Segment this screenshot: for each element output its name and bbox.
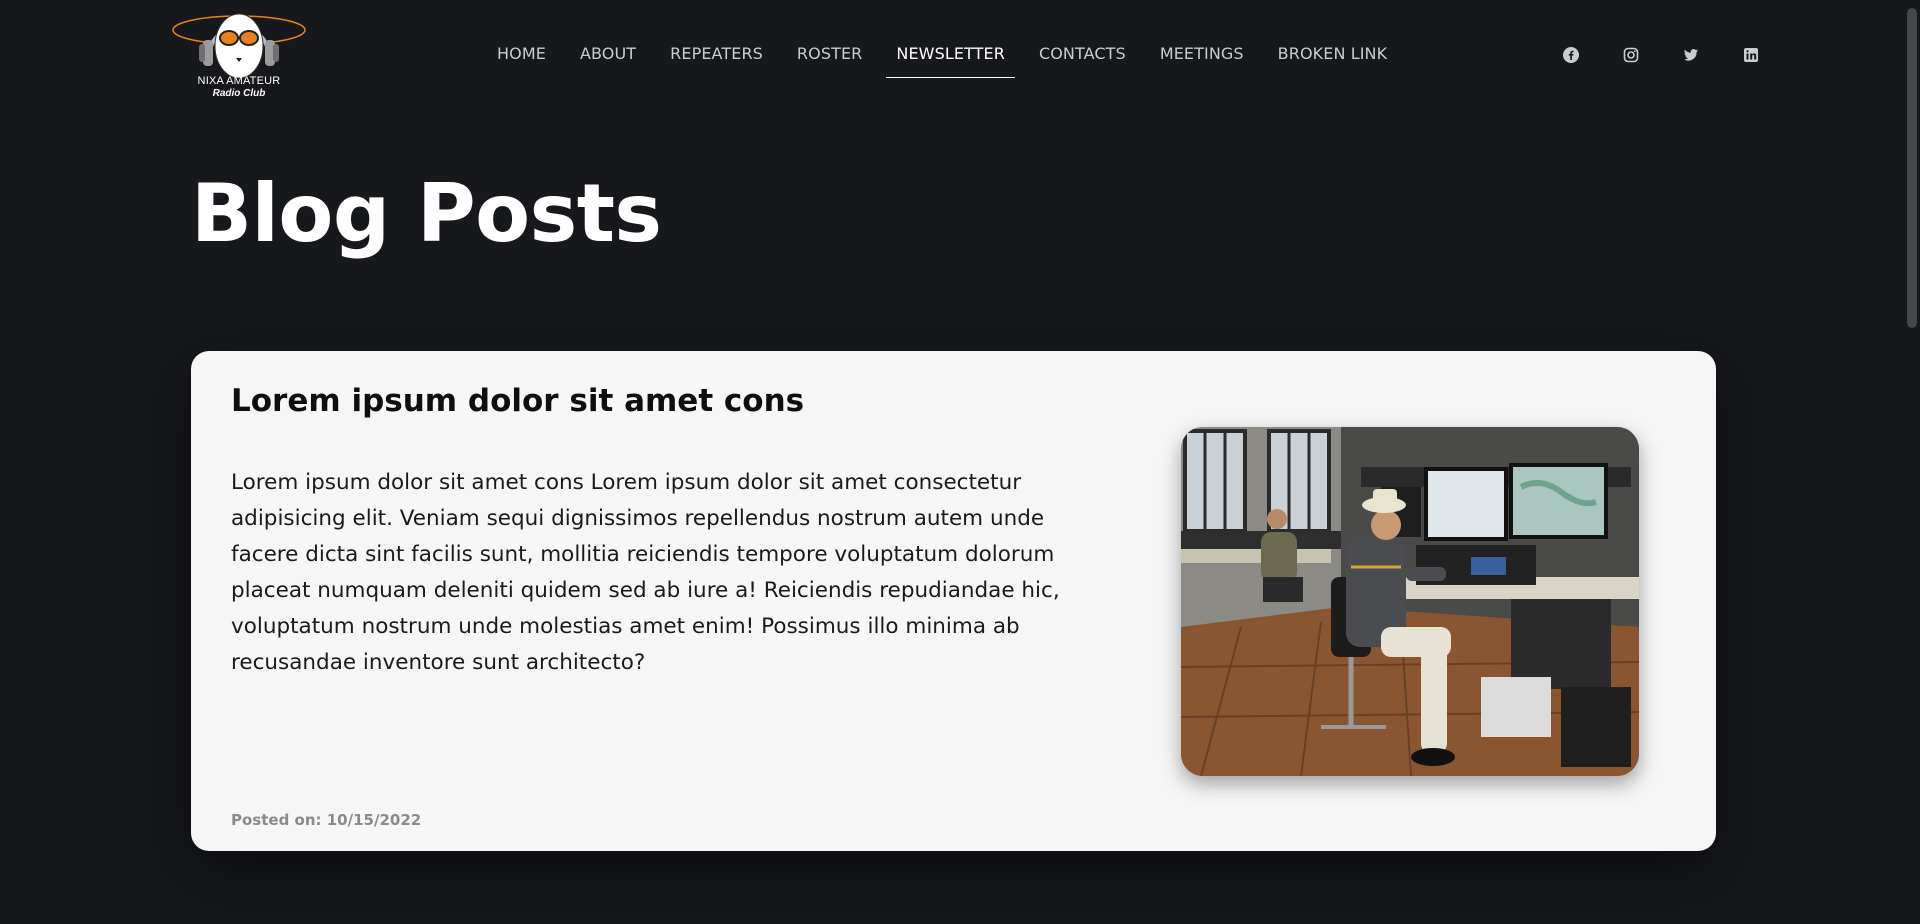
- post-date: Posted on: 10/15/2022: [231, 811, 422, 829]
- facebook-icon[interactable]: [1563, 47, 1579, 63]
- nav-item-roster[interactable]: ROSTER: [787, 36, 872, 78]
- logo-headphone-face-icon: [172, 13, 306, 79]
- post-title[interactable]: Lorem ipsum dolor sit amet cons: [231, 381, 804, 421]
- blog-post-card[interactable]: Lorem ipsum dolor sit amet cons Lorem ip…: [191, 351, 1716, 851]
- page-title: Blog Posts: [191, 167, 662, 260]
- nav-item-repeaters[interactable]: REPEATERS: [660, 36, 773, 78]
- post-image[interactable]: [1181, 427, 1639, 776]
- main-nav: HOME ABOUT REPEATERS ROSTER NEWSLETTER C…: [480, 36, 1404, 78]
- nav-item-about[interactable]: ABOUT: [570, 36, 646, 78]
- scrollbar-thumb[interactable]: [1907, 8, 1917, 328]
- site-header: NIXA AMATEUR Radio Club HOME ABOUT REPEA…: [0, 0, 1920, 112]
- radio-station-photo: [1181, 427, 1639, 776]
- post-excerpt: Lorem ipsum dolor sit amet cons Lorem ip…: [231, 470, 1060, 675]
- nav-item-home[interactable]: HOME: [487, 36, 556, 78]
- logo-title: NIXA AMATEUR: [197, 75, 281, 87]
- club-logo[interactable]: NIXA AMATEUR Radio Club: [170, 10, 308, 102]
- social-links: [1563, 47, 1803, 63]
- nav-item-broken-link[interactable]: BROKEN LINK: [1268, 36, 1398, 78]
- twitter-icon[interactable]: [1683, 47, 1699, 63]
- nav-item-newsletter[interactable]: NEWSLETTER: [886, 36, 1015, 78]
- logo-subtitle: Radio Club: [212, 88, 266, 99]
- instagram-icon[interactable]: [1623, 47, 1639, 63]
- nav-item-contacts[interactable]: CONTACTS: [1029, 36, 1136, 78]
- page-scrollbar[interactable]: [1903, 0, 1920, 924]
- nav-item-meetings[interactable]: MEETINGS: [1150, 36, 1254, 78]
- linkedin-icon[interactable]: [1743, 47, 1759, 63]
